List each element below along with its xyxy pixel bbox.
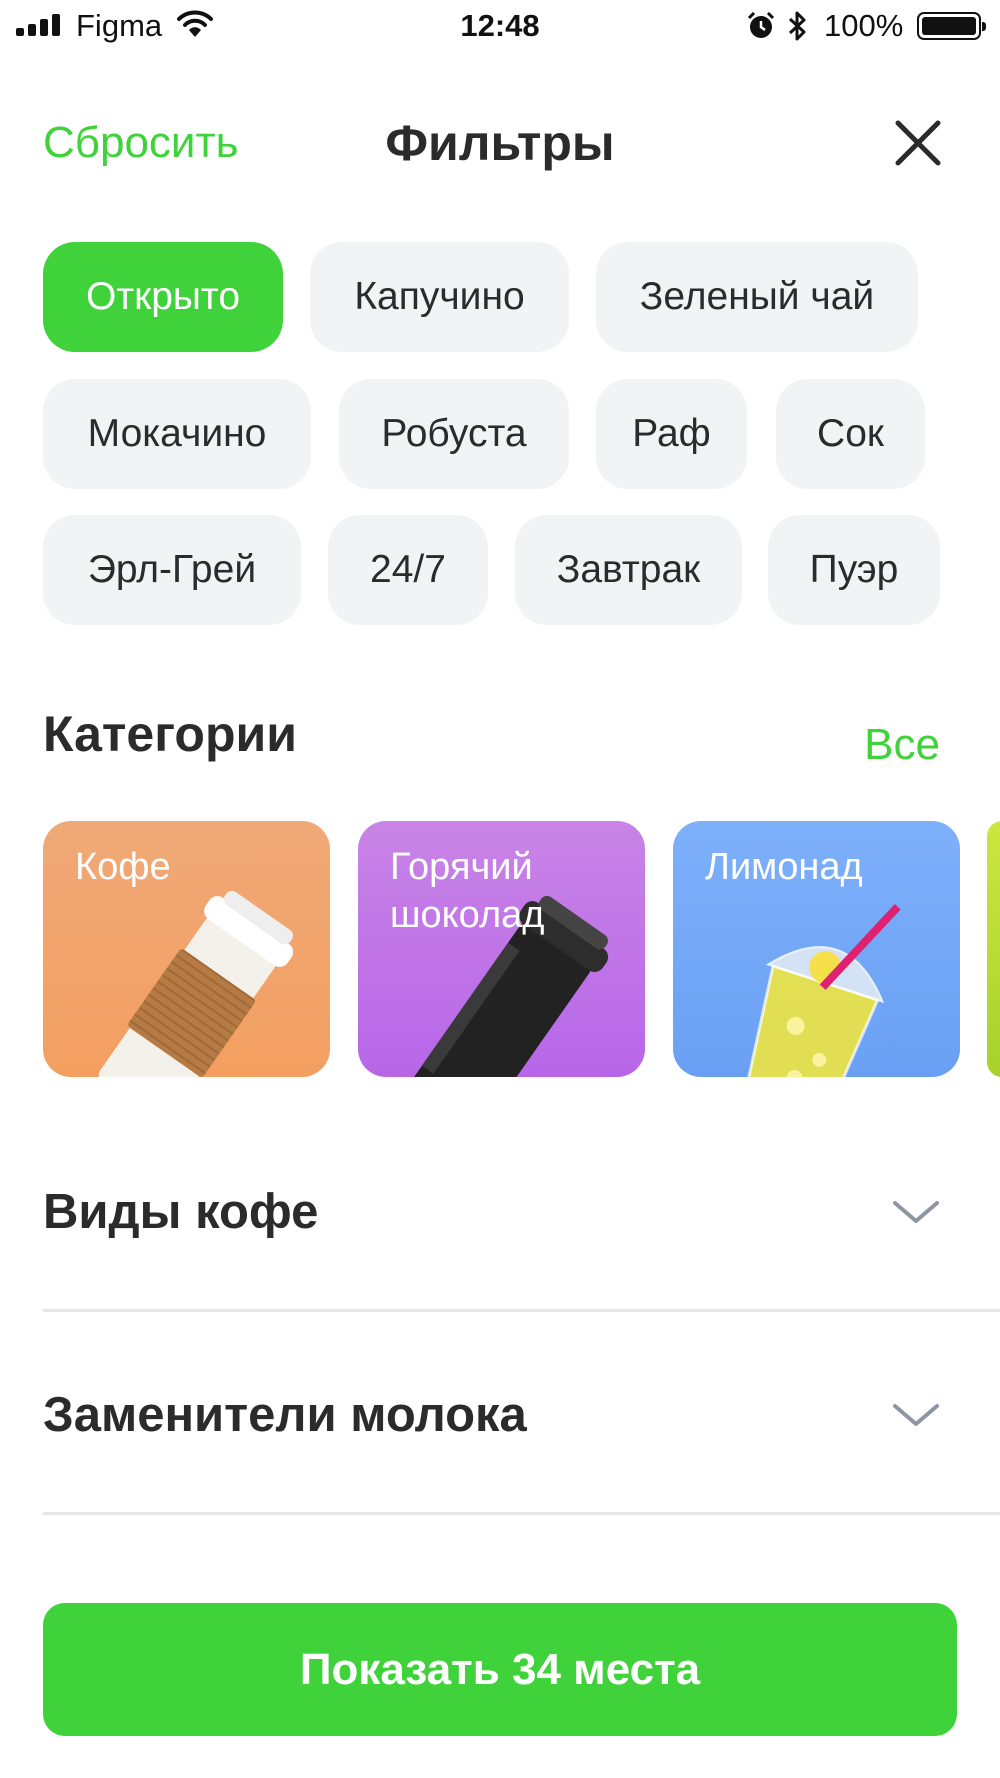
category-label-coffee: Кофе — [75, 846, 171, 888]
chevron-down-icon[interactable] — [892, 1199, 940, 1227]
status-bar: Figma 12:48 100% — [0, 0, 1000, 54]
page-title: Фильтры — [385, 115, 615, 171]
show-places-button[interactable]: Показать 34 места — [43, 1603, 957, 1736]
divider — [43, 1309, 1000, 1312]
filter-chip-open[interactable]: Открыто — [43, 242, 283, 352]
see-all-link[interactable]: Все — [864, 720, 940, 770]
filter-chip-green-tea[interactable]: Зеленый чай — [596, 242, 918, 352]
accordion-coffee-types[interactable]: Виды кофе — [43, 1184, 318, 1240]
accordion-milk-substitutes[interactable]: Заменители молока — [43, 1387, 527, 1443]
category-label-hot-chocolate: Горячий шоколад — [390, 846, 545, 936]
category-card-hot-chocolate[interactable]: Горячий шоколад — [358, 821, 645, 1077]
filter-chip-mochaccino[interactable]: Мокачино — [43, 379, 311, 489]
filter-chip-robusta[interactable]: Робуста — [339, 379, 569, 489]
chevron-down-icon[interactable] — [892, 1402, 940, 1430]
divider — [43, 1512, 1000, 1515]
filter-chip-cappuccino[interactable]: Капучино — [310, 242, 569, 352]
battery-icon — [917, 12, 986, 40]
filter-chip-raf[interactable]: Раф — [596, 379, 747, 489]
filter-chip-24-7[interactable]: 24/7 — [328, 515, 488, 625]
category-card-coffee[interactable]: Кофе — [43, 821, 330, 1077]
categories-title: Категории — [43, 706, 297, 762]
category-card-lemonade[interactable]: Лимонад — [673, 821, 960, 1077]
filter-chip-puer[interactable]: Пуэр — [768, 515, 940, 625]
category-label-lemonade: Лимонад — [705, 846, 863, 888]
battery-percent: 100% — [824, 8, 904, 43]
filter-chip-breakfast[interactable]: Завтрак — [515, 515, 742, 625]
filter-chip-juice[interactable]: Сок — [776, 379, 925, 489]
category-card-next[interactable] — [987, 821, 1000, 1077]
close-icon[interactable] — [893, 118, 943, 168]
bluetooth-icon — [788, 11, 806, 41]
alarm-icon — [747, 12, 775, 38]
filter-chip-earl-grey[interactable]: Эрл-Грей — [43, 515, 301, 625]
